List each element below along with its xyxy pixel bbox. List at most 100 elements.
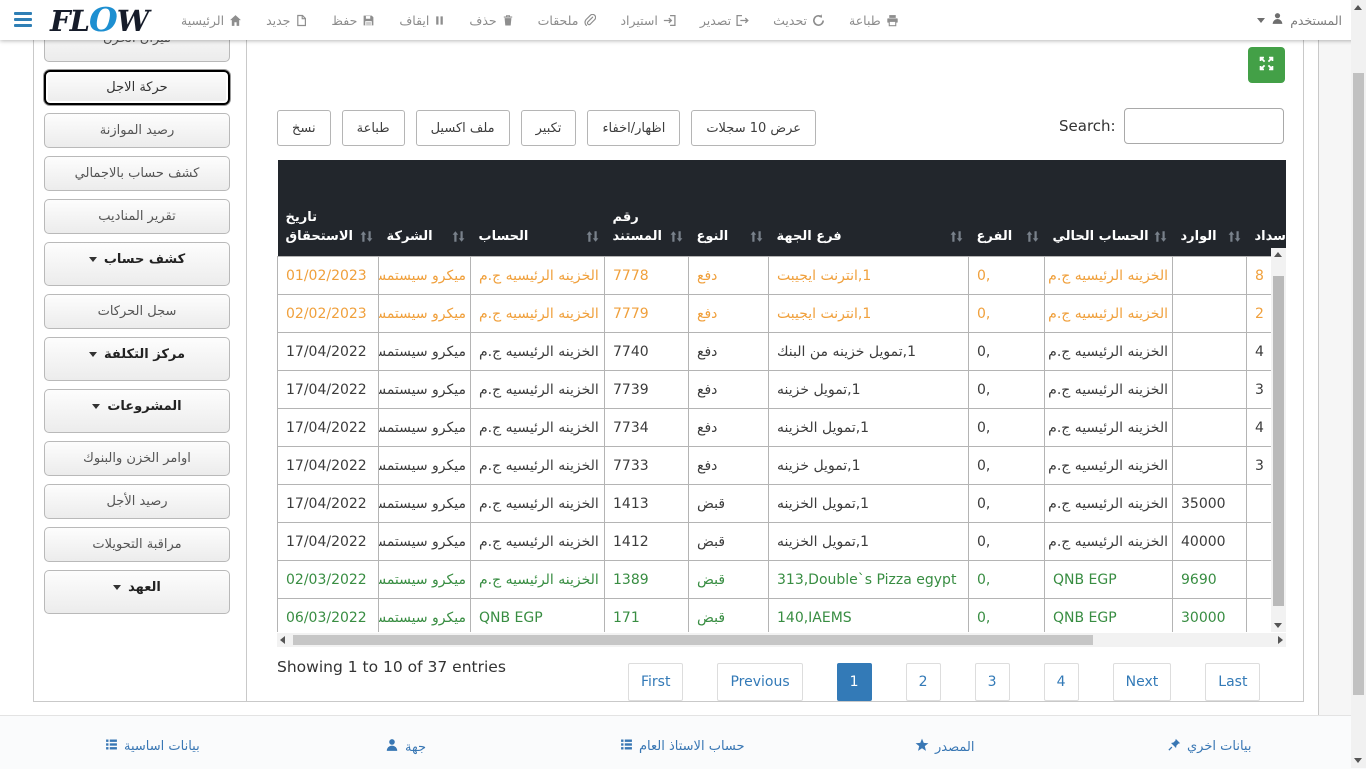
sidebar-item-harakat-alajal[interactable]: حركة الاجل bbox=[44, 70, 230, 105]
column-header[interactable]: رقم المستند bbox=[604, 160, 689, 257]
table-row[interactable]: 17/04/2022 ميكرو سيستمس الخزينه الرئيسيه ج… bbox=[277, 332, 1286, 371]
table-row[interactable]: 02/03/2022 ميكرو سيستمس الخزينه الرئيسيه ج… bbox=[277, 560, 1286, 599]
scroll-down-icon[interactable] bbox=[1354, 758, 1362, 763]
table-cell bbox=[1172, 370, 1247, 409]
table-row[interactable]: 02/02/2023 ميكرو سيستمس الخزينه الرئيسيه ج… bbox=[277, 294, 1286, 333]
pause-icon bbox=[434, 14, 445, 27]
table-row[interactable]: 17/04/2022 ميكرو سيستمس الخزينه الرئيسيه ج… bbox=[277, 408, 1286, 447]
table-row[interactable]: 17/04/2022 ميكرو سيستمس الخزينه الرئيسيه ج… bbox=[277, 446, 1286, 485]
column-header[interactable]: فرع الجهة bbox=[768, 160, 969, 257]
sidebar-item-awamir-alkhazn[interactable]: اوامر الخزن والبنوك bbox=[44, 441, 230, 476]
scroll-left-icon[interactable] bbox=[280, 636, 285, 644]
scroll-up-icon[interactable] bbox=[1274, 252, 1282, 257]
column-header[interactable]: الحساب bbox=[470, 160, 605, 257]
pagination-next[interactable]: Next bbox=[1112, 663, 1172, 701]
pagination-page-4[interactable]: 4 bbox=[1043, 663, 1079, 701]
toolbar-copy-button[interactable]: نسخ bbox=[277, 110, 331, 146]
navbar-items: الرئيسية جديد حفظ ايقاف حذف ملحقات استيراد تصدي… bbox=[181, 0, 899, 40]
table-cell: 1,انترنت ايجيبت bbox=[768, 256, 969, 295]
data-table: تاريخ الاستحقاق الشركة الحساب رقم المستند ال… bbox=[277, 160, 1286, 632]
table-vscroll-thumb[interactable] bbox=[1273, 276, 1284, 606]
column-header[interactable]: تاريخ الاستحقاق bbox=[277, 160, 379, 257]
pagination-page-3[interactable]: 3 bbox=[974, 663, 1010, 701]
table-row[interactable]: 01/02/2023 ميكرو سيستمس الخزينه الرئيسيه ج… bbox=[277, 256, 1286, 295]
table-row[interactable]: 17/04/2022 ميكرو سيستمس الخزينه الرئيسيه ج… bbox=[277, 484, 1286, 523]
scroll-down-icon[interactable] bbox=[1274, 623, 1282, 628]
table-row[interactable]: 06/03/2022 ميكرو سيستمس QNB EGP 171 قبض 140,I… bbox=[277, 598, 1286, 632]
sidebar-item-almashroaat[interactable]: المشروعات bbox=[44, 389, 230, 433]
sidebar-item-raseed-alajal[interactable]: رصيد الأجل bbox=[44, 484, 230, 519]
table-horizontal-scrollbar[interactable] bbox=[277, 633, 1286, 647]
entries-info: Showing 1 to 10 of 37 entries bbox=[277, 658, 506, 676]
sort-icon bbox=[360, 228, 373, 247]
table-cell: 35000 bbox=[1172, 484, 1247, 523]
nav-item-refresh[interactable]: تحديث bbox=[773, 13, 825, 28]
sidebar-item-markaz-altaklifa[interactable]: مركز التكلفة bbox=[44, 337, 230, 381]
fullscreen-button[interactable] bbox=[1248, 47, 1285, 83]
menu-icon[interactable] bbox=[14, 12, 32, 27]
bottombar-ledger-account[interactable]: حساب الاستاذ العام bbox=[620, 738, 745, 755]
pagination-last[interactable]: Last bbox=[1205, 663, 1261, 701]
table-cell: الخزينه الرئيسيه ج.م bbox=[1044, 446, 1173, 485]
search-input[interactable] bbox=[1123, 108, 1284, 144]
table-cell: الخزينه الرئيسيه ج.م bbox=[1044, 484, 1173, 523]
nav-item-print[interactable]: طباعة bbox=[849, 13, 899, 28]
nav-item-new[interactable]: جديد bbox=[266, 13, 307, 28]
nav-item-stop[interactable]: ايقاف bbox=[399, 13, 445, 28]
table-cell: 17/04/2022 bbox=[277, 446, 379, 485]
nav-item-attachments[interactable]: ملحقات bbox=[538, 13, 597, 28]
table-hscroll-thumb[interactable] bbox=[293, 635, 1093, 645]
nav-item-export[interactable]: تصدير bbox=[700, 13, 749, 28]
sidebar-item-kashf-hisab-ijmali[interactable]: كشف حساب بالاجمالي bbox=[44, 156, 230, 191]
sidebar-item-alohad[interactable]: العهد bbox=[44, 570, 230, 614]
page-scrollbar-thumb[interactable] bbox=[1353, 73, 1364, 695]
nav-item-save[interactable]: حفظ bbox=[331, 13, 375, 28]
table-cell: ميكرو سيستمس bbox=[378, 598, 471, 632]
sidebar-item-kashf-hisab[interactable]: كشف حساب bbox=[44, 242, 230, 286]
column-header[interactable]: الفرع bbox=[968, 160, 1045, 257]
table-cell: 1,تمويل خزينه bbox=[768, 370, 969, 409]
column-header[interactable]: الشركة bbox=[378, 160, 471, 257]
pagination-page-1[interactable]: 1 bbox=[836, 663, 872, 701]
user-menu[interactable]: المستخدم bbox=[1257, 0, 1342, 40]
pagination-first[interactable]: First bbox=[628, 663, 684, 701]
sidebar-item-taqreer-almanadeeb[interactable]: تقرير المناديب bbox=[44, 199, 230, 234]
table-cell: 1389 bbox=[604, 560, 689, 599]
sidebar-item-muraqabat-altahweelat[interactable]: مراقبة التحويلات bbox=[44, 527, 230, 562]
toolbar-print-button[interactable]: طباعة bbox=[341, 110, 405, 146]
table-row[interactable]: 17/04/2022 ميكرو سيستمس الخزينه الرئيسيه ج… bbox=[277, 370, 1286, 409]
toolbar-show-hide-button[interactable]: اظهار/اخفاء bbox=[587, 110, 681, 146]
table-row[interactable]: 17/04/2022 ميكرو سيستمس الخزينه الرئيسيه ج… bbox=[277, 522, 1286, 561]
column-header[interactable]: الوارد bbox=[1172, 160, 1247, 257]
sidebar-item-sijil-alharakat[interactable]: سجل الحركات bbox=[44, 294, 230, 329]
scroll-right-icon[interactable] bbox=[1278, 636, 1283, 644]
toolbar-show-10-button[interactable]: عرض 10 سجلات bbox=[691, 110, 817, 146]
table-cell: 7779 bbox=[604, 294, 689, 333]
scroll-up-icon[interactable] bbox=[1354, 5, 1362, 10]
column-header[interactable]: سداد bbox=[1246, 160, 1286, 257]
bottom-links-bar: بيانات اساسية جهة حساب الاستاذ العام المصدر… bbox=[0, 715, 1366, 769]
pagination-previous[interactable]: Previous bbox=[717, 663, 803, 701]
table-cell bbox=[1172, 294, 1247, 333]
table-vertical-scrollbar[interactable] bbox=[1271, 248, 1286, 632]
bottombar-entity[interactable]: جهة bbox=[385, 738, 426, 756]
column-header[interactable]: الحساب الحالي bbox=[1044, 160, 1173, 257]
nav-item-home[interactable]: الرئيسية bbox=[181, 13, 242, 28]
page-scrollbar[interactable] bbox=[1351, 0, 1366, 768]
bottombar-basic-data[interactable]: بيانات اساسية bbox=[105, 738, 200, 755]
nav-item-delete[interactable]: حذف bbox=[469, 13, 513, 28]
bottombar-source[interactable]: المصدر bbox=[915, 738, 974, 756]
nav-item-import[interactable]: استيراد bbox=[620, 13, 676, 28]
table-cell: ميكرو سيستمس bbox=[378, 484, 471, 523]
table-cell: 0, bbox=[968, 408, 1045, 447]
sidebar-item-raseed-almowazna[interactable]: رصيد الموازنة bbox=[44, 113, 230, 148]
bottombar-other-data[interactable]: بيانات اخري bbox=[1168, 738, 1251, 755]
pagination-page-2[interactable]: 2 bbox=[905, 663, 941, 701]
star-icon bbox=[915, 738, 929, 756]
column-header[interactable]: النوع bbox=[688, 160, 769, 257]
toolbar-enlarge-button[interactable]: تكبير bbox=[520, 110, 577, 146]
table-cell: 1,انترنت ايجيبت bbox=[768, 294, 969, 333]
table-cell: 1412 bbox=[604, 522, 689, 561]
toolbar-excel-button[interactable]: ملف اكسيل bbox=[415, 110, 510, 146]
table-cell: 01/02/2023 bbox=[277, 256, 379, 295]
